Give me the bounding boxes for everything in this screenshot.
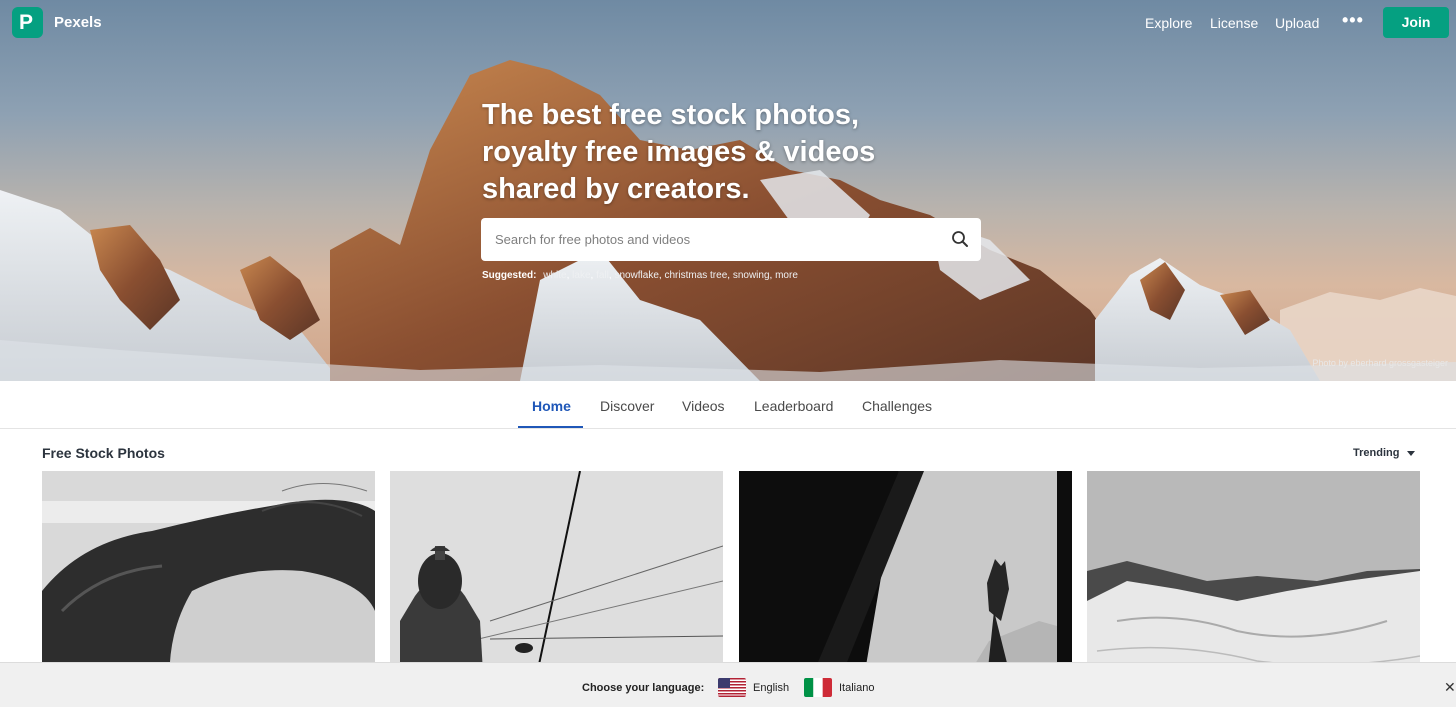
join-button[interactable]: Join [1383,7,1449,38]
suggested-tag[interactable]: snowflake [614,270,658,281]
sort-label: Trending [1353,447,1400,459]
content-tabs: Home Discover Videos Leaderboard Challen… [0,381,1456,429]
search-icon[interactable] [951,230,969,248]
suggested-tag[interactable]: white [543,270,566,281]
hero-headline: The best free stock photos, royalty free… [482,99,876,205]
language-italiano[interactable]: Italiano [839,682,874,694]
suggested-searches: Suggested: white, lake, fall, snowflake,… [482,270,798,281]
logo-letter: P [19,11,34,34]
nav-license-link[interactable]: License [1210,15,1258,31]
section-title: Free Stock Photos [42,445,165,461]
sort-dropdown[interactable]: Trending [1353,447,1416,459]
tab-videos[interactable]: Videos [682,398,725,414]
tab-discover[interactable]: Discover [600,398,654,414]
language-bar: Choose your language: English Italiano ✕ [0,662,1456,707]
suggested-tag[interactable]: lake [572,270,590,281]
brand-name[interactable]: Pexels [54,14,102,31]
tab-leaderboard[interactable]: Leaderboard [754,398,833,414]
nav-upload-link[interactable]: Upload [1275,15,1319,31]
top-navigation: P Pexels Explore License Upload ••• Join [0,0,1456,46]
nav-explore-link[interactable]: Explore [1145,15,1192,31]
language-english[interactable]: English [753,682,789,694]
more-menu-icon[interactable]: ••• [1342,10,1364,31]
close-icon[interactable]: ✕ [1444,679,1456,696]
chevron-down-icon [1407,450,1416,456]
suggested-tag[interactable]: snowing [733,270,770,281]
italy-flag-icon[interactable] [804,678,832,697]
suggested-label: Suggested: [482,270,537,281]
suggested-tag[interactable]: fall [596,270,609,281]
us-flag-icon[interactable] [718,678,746,697]
tab-home[interactable]: Home [532,398,571,414]
suggested-more-link[interactable]: more [775,270,798,281]
hero-banner: P Pexels Explore License Upload ••• Join… [0,0,1456,381]
search-input[interactable]: Search for free photos and videos [495,232,690,247]
active-tab-indicator [518,426,583,428]
search-bar[interactable]: Search for free photos and videos [481,218,981,261]
tab-challenges[interactable]: Challenges [862,398,932,414]
suggested-tag[interactable]: christmas tree [664,270,727,281]
photo-credit[interactable]: Photo by eberhard grossgasteiger [1312,358,1448,368]
pexels-logo-icon[interactable]: P [12,7,43,38]
language-prompt: Choose your language: [582,682,705,694]
